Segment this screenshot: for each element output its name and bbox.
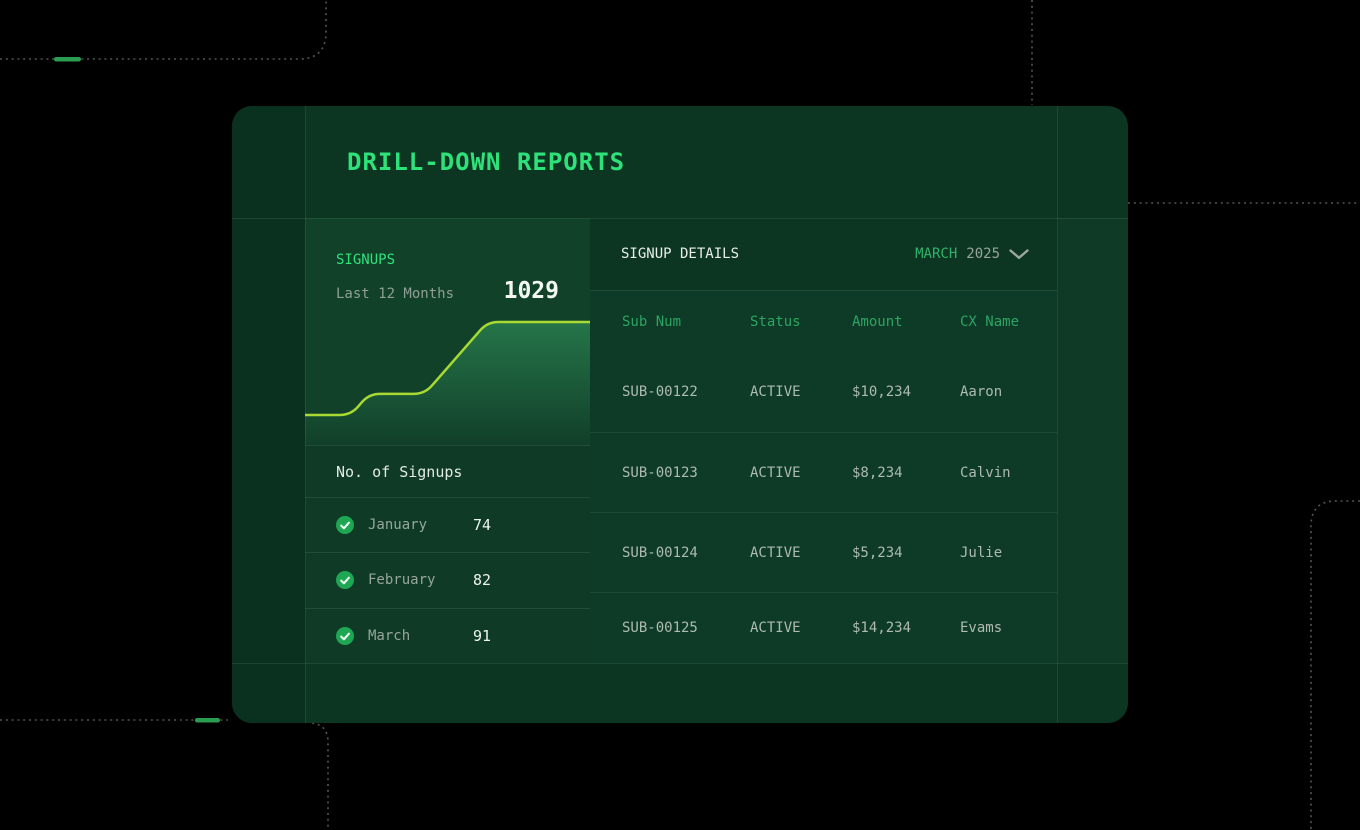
decor-green-dash-top — [54, 57, 81, 62]
cell-cx-name: Julie — [960, 545, 1057, 561]
cell-status: ACTIVE — [750, 620, 852, 636]
signups-panel: SIGNUPS Last 12 Months 1029 — [305, 218, 590, 445]
check-icon — [336, 516, 354, 534]
period-year: 2025 — [966, 246, 1000, 262]
signups-title: SIGNUPS — [336, 250, 559, 270]
month-label: February — [368, 572, 459, 588]
column-sub-num: Sub Num — [622, 314, 750, 330]
card-footer — [232, 663, 1128, 723]
period-dropdown[interactable]: MARCH 2025 — [915, 246, 1029, 262]
month-value: 74 — [473, 516, 590, 534]
signups-month-list: January 74 February 82 March 91 — [305, 497, 590, 663]
signups-list-header: No. of Signups — [305, 445, 590, 497]
chevron-down-icon — [1009, 249, 1029, 260]
decor-bottom-right-line — [1311, 501, 1360, 830]
cell-sub-num: SUB-00122 — [622, 384, 750, 400]
month-row-february[interactable]: February 82 — [305, 552, 590, 607]
divider-horizontal-bottom — [232, 663, 1128, 664]
right-gutter — [1058, 218, 1128, 663]
cell-cx-name: Calvin — [960, 465, 1057, 481]
table-row[interactable]: SUB-00122 ACTIVE $10,234 Aaron — [590, 352, 1057, 432]
cell-status: ACTIVE — [750, 545, 852, 561]
report-card: DRILL-DOWN REPORTS SIGNUPS Last 12 Month… — [232, 106, 1128, 723]
period-month: MARCH — [915, 246, 957, 262]
page: DRILL-DOWN REPORTS SIGNUPS Last 12 Month… — [0, 0, 1360, 830]
cell-amount: $8,234 — [852, 465, 960, 481]
cell-sub-num: SUB-00125 — [622, 620, 750, 636]
check-icon — [336, 627, 354, 645]
check-icon — [336, 571, 354, 589]
month-label: March — [368, 628, 459, 644]
cell-cx-name: Aaron — [960, 384, 1057, 400]
signup-details-header: SIGNUP DETAILS MARCH 2025 — [590, 218, 1057, 290]
signup-details-title: SIGNUP DETAILS — [621, 246, 739, 262]
divider-horizontal-top — [232, 218, 1128, 219]
table-row[interactable]: SUB-00124 ACTIVE $5,234 Julie — [590, 512, 1057, 592]
table-body: SUB-00122 ACTIVE $10,234 Aaron SUB-00123… — [590, 352, 1057, 663]
cell-sub-num: SUB-00123 — [622, 465, 750, 481]
cell-status: ACTIVE — [750, 465, 852, 481]
table-row[interactable]: SUB-00125 ACTIVE $14,234 Evams — [590, 592, 1057, 663]
table-column-header: Sub Num Status Amount CX Name — [590, 290, 1057, 352]
cell-cx-name: Evams — [960, 620, 1057, 636]
decor-top-left-line — [0, 0, 326, 59]
decor-green-dash-bottom — [195, 718, 220, 723]
cell-amount: $10,234 — [852, 384, 960, 400]
cell-status: ACTIVE — [750, 384, 852, 400]
table-row[interactable]: SUB-00123 ACTIVE $8,234 Calvin — [590, 432, 1057, 512]
cell-sub-num: SUB-00124 — [622, 545, 750, 561]
divider-vertical-left — [305, 106, 306, 723]
month-value: 91 — [473, 627, 590, 645]
column-cx-name: CX Name — [960, 314, 1057, 330]
signups-subtitle: Last 12 Months — [336, 286, 454, 302]
decor-bottom-curve-line — [312, 723, 328, 830]
page-title: DRILL-DOWN REPORTS — [232, 148, 625, 176]
cell-amount: $14,234 — [852, 620, 960, 636]
month-label: January — [368, 517, 459, 533]
signups-total: 1029 — [504, 278, 559, 304]
month-row-january[interactable]: January 74 — [305, 497, 590, 552]
column-amount: Amount — [852, 314, 960, 330]
month-value: 82 — [473, 571, 590, 589]
signups-panel-head: SIGNUPS Last 12 Months 1029 — [305, 218, 590, 304]
cell-amount: $5,234 — [852, 545, 960, 561]
column-status: Status — [750, 314, 852, 330]
divider-vertical-right — [1057, 106, 1058, 723]
card-header: DRILL-DOWN REPORTS — [232, 106, 1128, 218]
month-row-march[interactable]: March 91 — [305, 608, 590, 663]
